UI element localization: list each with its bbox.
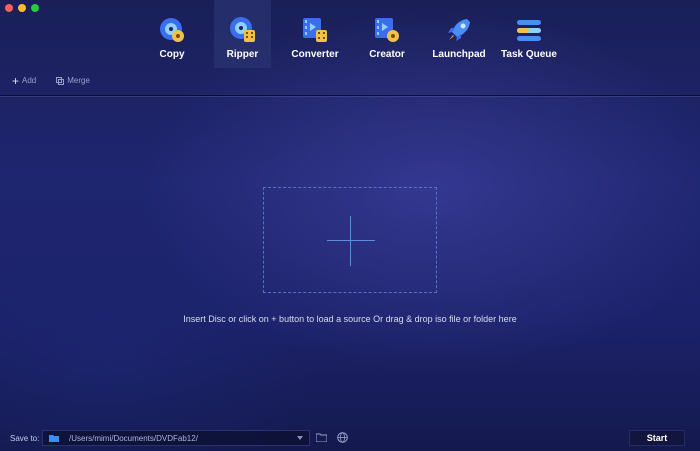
add-label: Add xyxy=(22,76,37,85)
start-button[interactable]: Start xyxy=(629,430,685,446)
nav-creator-label: Creator xyxy=(369,49,405,60)
source-dropzone[interactable] xyxy=(263,187,437,293)
film-converter-icon xyxy=(303,18,327,42)
nav-copy-label: Copy xyxy=(159,49,185,60)
bottom-bar: Save to: /Users/mimi/Documents/DVDFab12/… xyxy=(0,428,700,451)
nav-creator[interactable]: Creator xyxy=(364,0,410,68)
nav-launchpad[interactable]: Launchpad xyxy=(429,0,489,68)
disc-copy-icon xyxy=(160,18,184,42)
dropzone-hint: Insert Disc or click on + button to load… xyxy=(183,314,517,324)
nav-task-queue-label: Task Queue xyxy=(501,49,557,60)
nav-ripper-label: Ripper xyxy=(226,49,259,60)
save-path-text: /Users/mimi/Documents/DVDFab12/ xyxy=(69,433,198,443)
add-button[interactable]: + Add xyxy=(12,73,37,88)
toolbar-divider xyxy=(0,95,700,96)
browse-folder-icon[interactable] xyxy=(316,433,327,442)
nav-task-queue[interactable]: Task Queue xyxy=(499,0,559,68)
add-source-plus-icon xyxy=(327,240,375,241)
rocket-icon xyxy=(448,19,470,41)
nav-converter[interactable]: Converter xyxy=(286,0,344,68)
task-queue-icon xyxy=(517,20,541,41)
module-nav: Copy Ripper Converter Creator Launchpad … xyxy=(0,0,700,68)
save-to-label: Save to: xyxy=(10,434,40,443)
merge-label: Merge xyxy=(67,76,90,85)
plus-icon: + xyxy=(12,73,20,88)
add-source-plus-icon-vertical xyxy=(350,216,351,266)
nav-converter-label: Converter xyxy=(291,49,339,60)
globe-icon[interactable] xyxy=(337,432,348,443)
chevron-down-icon[interactable] xyxy=(297,436,303,440)
merge-icon xyxy=(56,76,65,85)
folder-icon xyxy=(49,435,59,442)
nav-ripper[interactable]: Ripper xyxy=(214,0,271,68)
merge-button[interactable]: Merge xyxy=(56,76,90,85)
source-toolbar: + Add Merge xyxy=(12,73,90,88)
disc-ripper-icon xyxy=(229,17,255,42)
save-path-field[interactable]: /Users/mimi/Documents/DVDFab12/ xyxy=(42,430,310,446)
nav-copy[interactable]: Copy xyxy=(148,0,196,68)
nav-launchpad-label: Launchpad xyxy=(432,49,486,60)
film-creator-icon xyxy=(375,18,399,42)
